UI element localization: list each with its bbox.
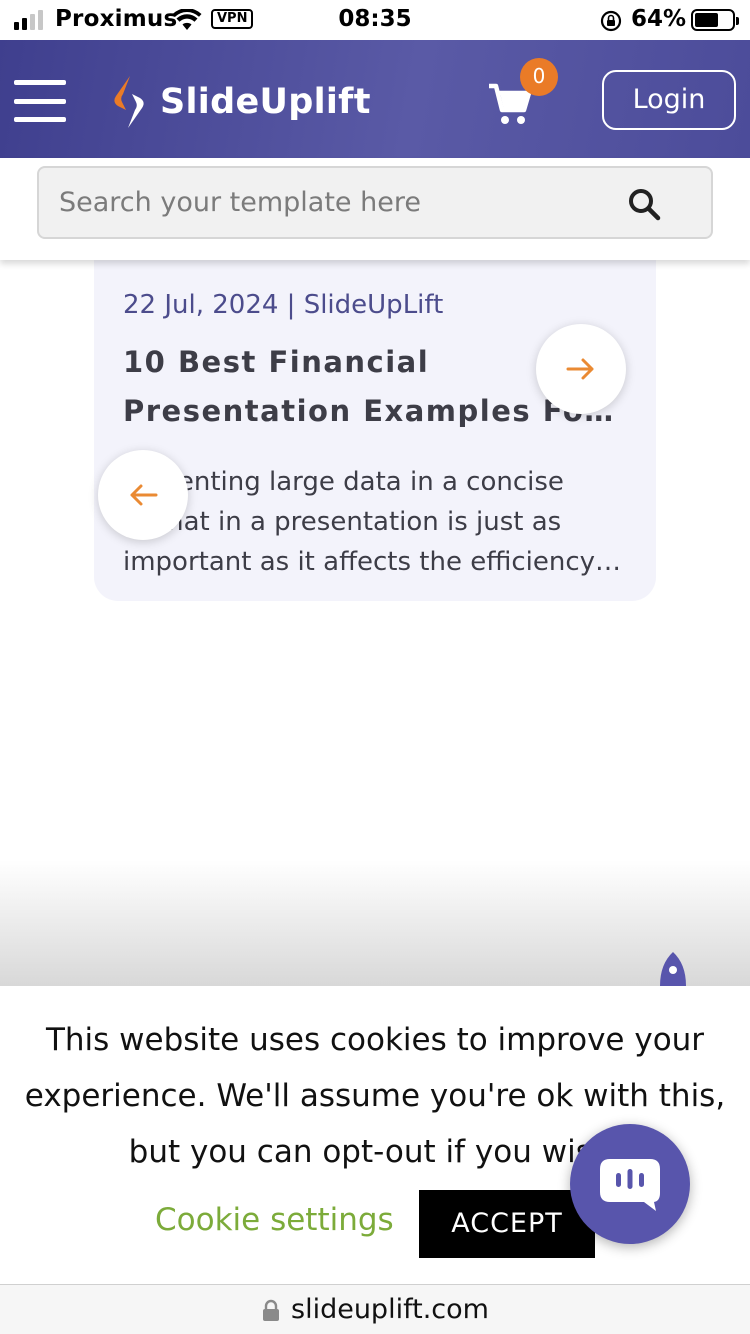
chat-bubble-icon xyxy=(600,1159,660,1211)
search-icon[interactable] xyxy=(627,187,661,221)
battery-percent: 64% xyxy=(631,6,687,32)
battery-icon xyxy=(691,9,739,31)
url-text: slideuplift.com xyxy=(291,1294,489,1325)
search-input[interactable] xyxy=(59,168,619,237)
arrow-left-icon xyxy=(130,484,158,506)
site-logo[interactable]: SlideUplift xyxy=(108,74,371,130)
orientation-lock-icon xyxy=(600,10,622,32)
browser-url-bar[interactable]: slideuplift.com xyxy=(0,1284,750,1334)
site-header: SlideUplift 0 Login xyxy=(0,40,750,158)
chat-button[interactable] xyxy=(570,1124,690,1244)
brand-name: SlideUplift xyxy=(160,82,371,122)
blog-card-excerpt: Presenting large data in a concise forma… xyxy=(123,467,596,577)
slideuplift-logo-icon xyxy=(114,76,144,128)
rocket-icon[interactable] xyxy=(656,952,690,986)
hamburger-menu-icon[interactable] xyxy=(14,80,66,122)
lock-icon xyxy=(263,1299,279,1321)
login-button[interactable]: Login xyxy=(602,70,736,130)
search-box xyxy=(37,166,713,239)
cart-count-badge: 0 xyxy=(520,58,558,96)
accept-button[interactable]: ACCEPT xyxy=(419,1190,595,1258)
blog-card-meta: 22 Jul, 2024 | SlideUpLift xyxy=(123,290,444,320)
carousel-prev-button[interactable] xyxy=(98,450,188,540)
page: Proximus VPN 08:35 64% SlideUplift 0 Log… xyxy=(0,0,750,1334)
status-bar: Proximus VPN 08:35 64% xyxy=(0,0,750,40)
arrow-right-icon xyxy=(566,358,594,380)
content-fade xyxy=(0,860,750,986)
search-bar xyxy=(0,158,750,260)
cookie-settings-link[interactable]: Cookie settings xyxy=(155,1202,394,1238)
blog-card[interactable]: 22 Jul, 2024 | SlideUpLift 10 Best Finan… xyxy=(94,240,656,601)
carousel-next-button[interactable] xyxy=(536,324,626,414)
